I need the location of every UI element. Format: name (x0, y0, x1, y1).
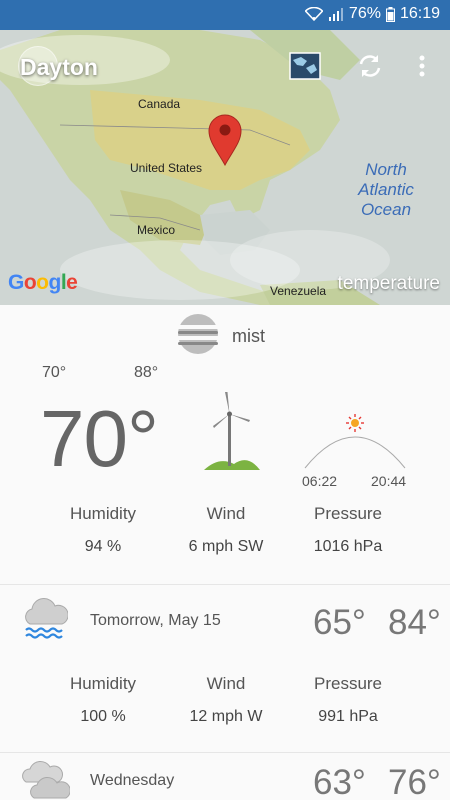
cloud-icon (22, 761, 70, 799)
pressure-label: Pressure (313, 504, 383, 523)
forecast-low: 63° (313, 763, 366, 800)
humidity-value: 94 % (84, 538, 122, 555)
wifi-icon (304, 7, 323, 21)
google-logo: Google (8, 271, 78, 294)
current-low: 70° (42, 364, 67, 381)
forecast-humidity-value: 100 % (80, 708, 126, 725)
forecast-wind-label: Wind (206, 674, 246, 693)
forecast-high: 84° (388, 603, 441, 642)
mist-icon (175, 314, 221, 354)
status-bar: 76% 16:19 (0, 0, 450, 30)
map-label-ocean: North Atlantic Ocean (358, 160, 414, 219)
divider (0, 752, 450, 753)
current-temperature: 70° (40, 394, 159, 483)
sunset-time: 20:44 (371, 473, 407, 489)
overflow-menu-button[interactable] (404, 48, 440, 84)
map-label-canada: Canada (138, 97, 181, 111)
forecast-wind-value: 12 mph W (189, 708, 263, 725)
battery-percent: 76% (348, 5, 381, 22)
wind-value: 6 mph SW (188, 538, 264, 555)
location-pin-icon[interactable] (208, 114, 242, 166)
pressure-value: 1016 hPa (313, 538, 383, 555)
wind-label: Wind (206, 504, 246, 523)
forecast-day: Wednesday (90, 772, 175, 789)
more-vert-icon (419, 55, 425, 77)
current-condition: mist (232, 326, 265, 346)
signal-icon (328, 8, 343, 21)
map-icon (289, 52, 321, 80)
forecast-humidity-label: Humidity (69, 674, 137, 693)
map-layer-label[interactable]: temperature (338, 273, 440, 295)
forecast-low: 65° (313, 603, 366, 642)
weather-map[interactable]: Dayton Canada United States Mexico Venez… (0, 30, 450, 305)
map-label-venezuela: Venezuela (270, 284, 327, 298)
current-high: 88° (134, 364, 159, 381)
refresh-icon (359, 55, 381, 77)
map-label-united-states: United States (130, 161, 203, 175)
forecast-high: 76° (388, 763, 441, 800)
refresh-button[interactable] (352, 48, 388, 84)
sun-path-graphic (304, 414, 406, 469)
humidity-label: Humidity (69, 504, 137, 523)
forecast-pressure-label: Pressure (313, 674, 383, 693)
map-view-button[interactable] (287, 48, 323, 84)
forecast-pressure-value: 991 hPa (318, 708, 378, 725)
rain-cloud-icon (25, 598, 68, 639)
wind-turbine-icon (204, 392, 260, 470)
city-name[interactable]: Dayton (20, 54, 98, 81)
forecast-day: Tomorrow, May 15 (90, 612, 221, 629)
map-label-mexico: Mexico (137, 223, 176, 237)
sunrise-time: 06:22 (302, 473, 338, 489)
divider (0, 584, 450, 585)
clock: 16:19 (399, 5, 440, 22)
battery-icon (385, 6, 395, 22)
